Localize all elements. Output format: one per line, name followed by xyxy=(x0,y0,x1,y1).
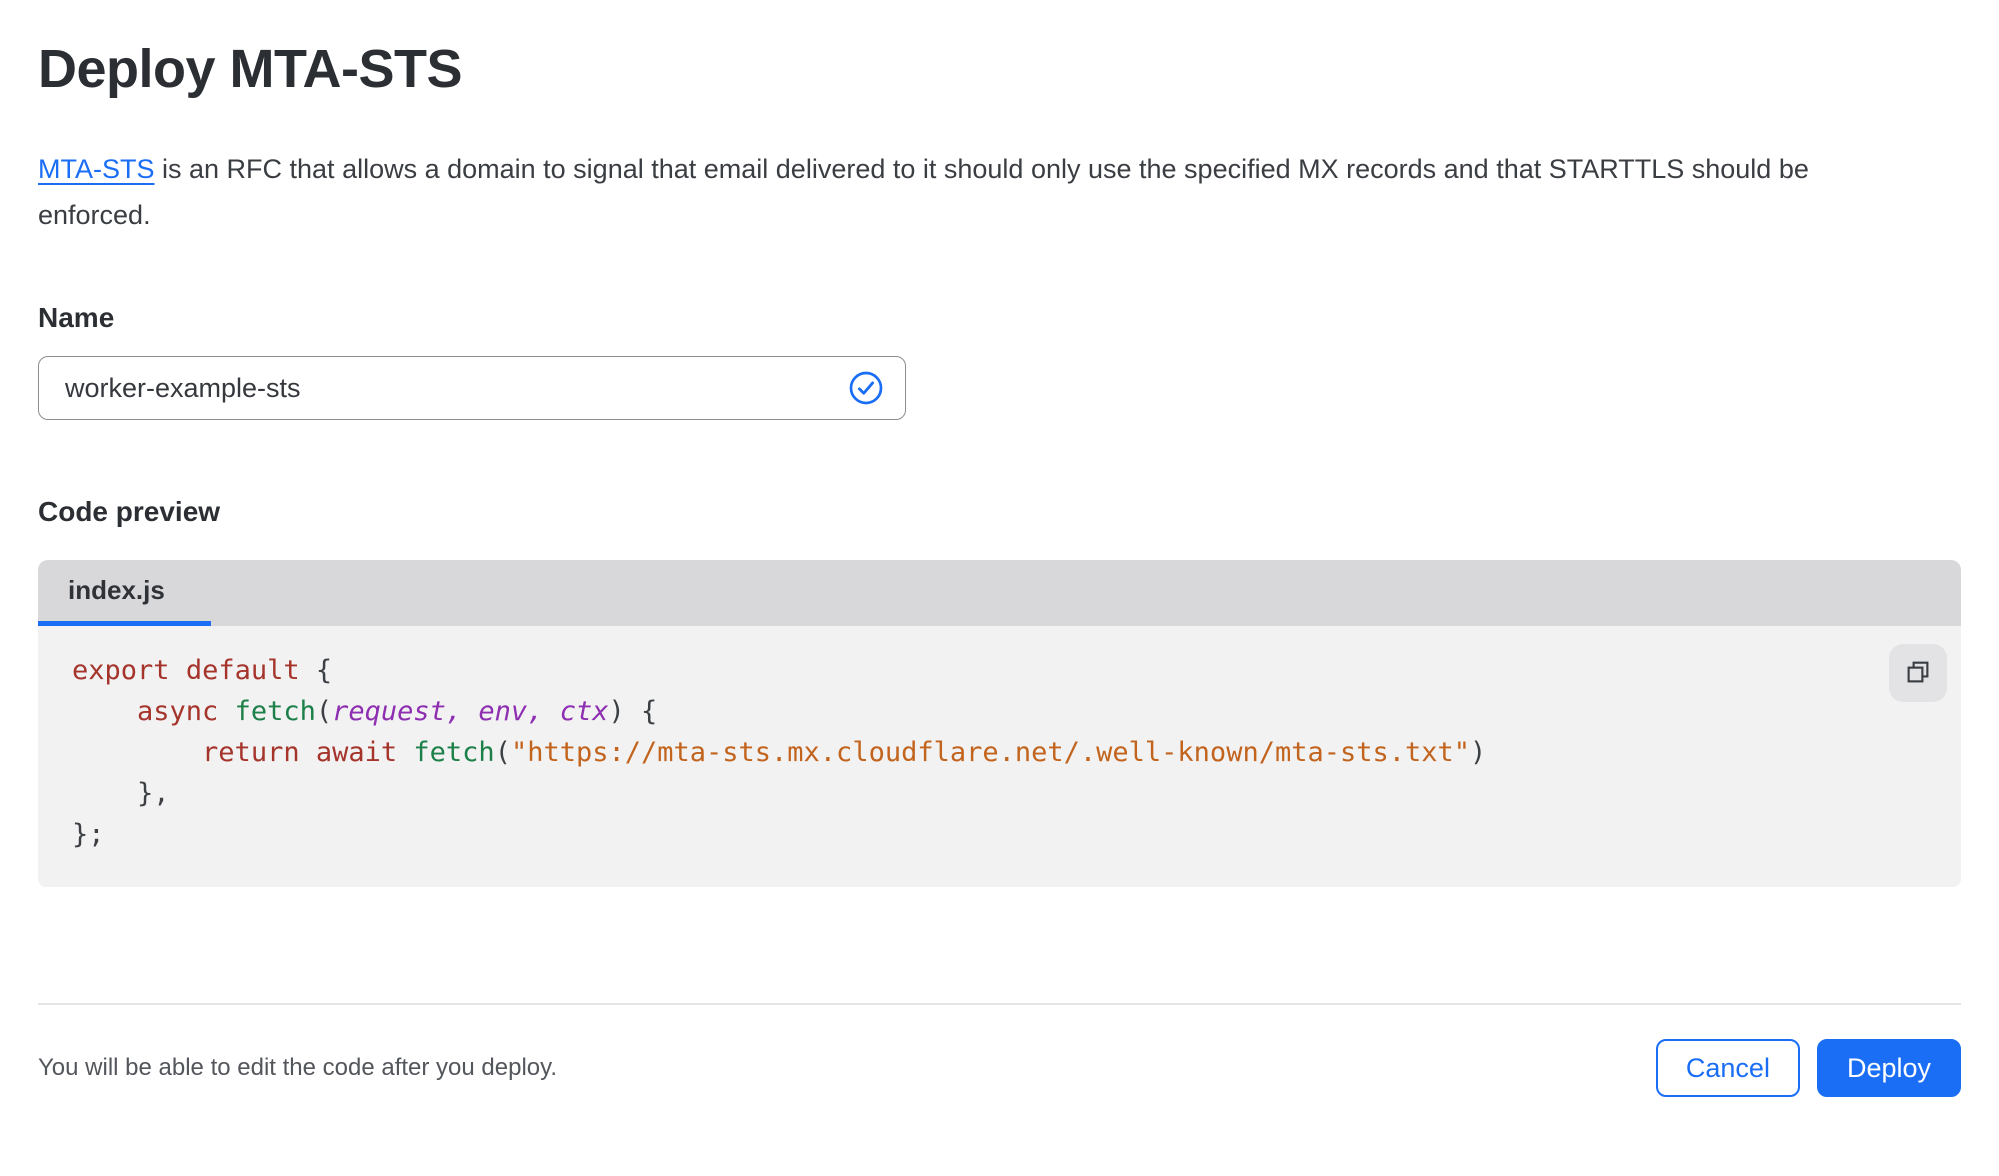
check-circle-icon xyxy=(848,370,884,406)
code-content: export default { async fetch(request, en… xyxy=(38,650,1961,855)
page-title: Deploy MTA-STS xyxy=(38,39,463,99)
footer-actions: Cancel Deploy xyxy=(1655,1039,1961,1097)
code-line: }, xyxy=(72,778,170,809)
code-preview-label: Code preview xyxy=(38,496,221,527)
cancel-button[interactable]: Cancel xyxy=(1655,1039,1800,1097)
mta-sts-link[interactable]: MTA-STS xyxy=(38,154,155,184)
footer-bar: You will be able to edit the code after … xyxy=(38,1039,1961,1137)
footer-divider xyxy=(38,1003,1961,1005)
code-line: }; xyxy=(72,819,105,850)
description: MTA-STS is an RFC that allows a domain t… xyxy=(38,146,1838,238)
code-tab-bar: index.js xyxy=(38,560,1961,626)
code-area: export default { async fetch(request, en… xyxy=(38,626,1961,887)
copy-icon xyxy=(1903,657,1933,690)
tab-label: index.js xyxy=(68,575,165,605)
deploy-button[interactable]: Deploy xyxy=(1816,1039,1961,1097)
tab-index-js[interactable]: index.js xyxy=(38,560,211,626)
code-line: export default { xyxy=(72,655,333,686)
name-field-section: Name xyxy=(38,302,1961,420)
deploy-mta-sts-page: Deploy MTA-STS MTA-STS is an RFC that al… xyxy=(0,38,1999,1137)
description-text: is an RFC that allows a domain to signal… xyxy=(38,154,1809,230)
footer-note: You will be able to edit the code after … xyxy=(38,1054,558,1081)
code-line: async fetch(request, env, ctx) { xyxy=(137,696,658,727)
copy-code-button[interactable] xyxy=(1889,644,1947,702)
code-preview-card: index.js export default { async fetch(re… xyxy=(38,560,1961,887)
code-preview-section: Code preview index.js export default { a… xyxy=(38,496,1961,887)
name-label: Name xyxy=(38,302,115,333)
code-line: return await fetch("https://mta-sts.mx.c… xyxy=(202,737,1487,768)
name-input[interactable] xyxy=(38,356,906,420)
name-input-wrapper xyxy=(38,356,906,420)
